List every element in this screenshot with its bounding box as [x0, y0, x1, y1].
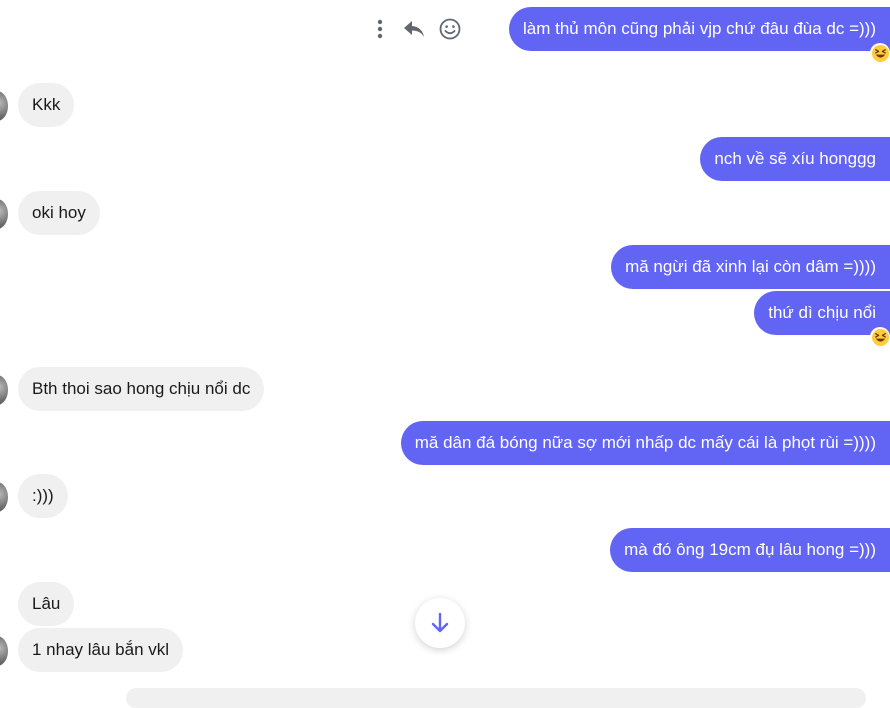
outgoing-message[interactable]: mă ngừi đã xinh lại còn dâm =)))): [611, 245, 890, 289]
emoji-icon[interactable]: [438, 17, 462, 41]
incoming-message[interactable]: Kkk: [18, 83, 75, 127]
avatar[interactable]: [0, 199, 8, 229]
outgoing-message[interactable]: làm thủ môn cũng phải vjp chứ đâu đùa dc…: [509, 7, 890, 51]
avatar[interactable]: [0, 636, 8, 666]
outgoing-message[interactable]: mă dân đá bóng nữa sợ mới nhấp dc mấy cá…: [400, 421, 890, 465]
outgoing-message[interactable]: mà đó ông 19cm đụ lâu hong =))): [610, 528, 890, 572]
laugh-reaction-icon[interactable]: [870, 43, 890, 63]
avatar[interactable]: [0, 91, 8, 121]
avatar[interactable]: [0, 482, 8, 512]
message-input[interactable]: [126, 688, 866, 708]
laugh-reaction-icon[interactable]: [870, 327, 890, 347]
outgoing-message[interactable]: nch về sẽ xíu honggg: [700, 137, 890, 181]
incoming-message[interactable]: Bth thoi sao hong chịu nổi dc: [18, 367, 265, 411]
arrow-down-icon: [429, 611, 451, 635]
reply-icon[interactable]: [402, 17, 426, 41]
incoming-message[interactable]: Lâu: [18, 582, 75, 626]
avatar[interactable]: [0, 375, 8, 405]
incoming-message[interactable]: oki hoy: [18, 191, 100, 235]
more-options-icon[interactable]: [368, 17, 392, 41]
scroll-to-bottom-button[interactable]: [415, 598, 465, 648]
incoming-message[interactable]: :))): [18, 474, 68, 518]
incoming-message[interactable]: 1 nhay lâu bắn vkl: [18, 628, 184, 672]
